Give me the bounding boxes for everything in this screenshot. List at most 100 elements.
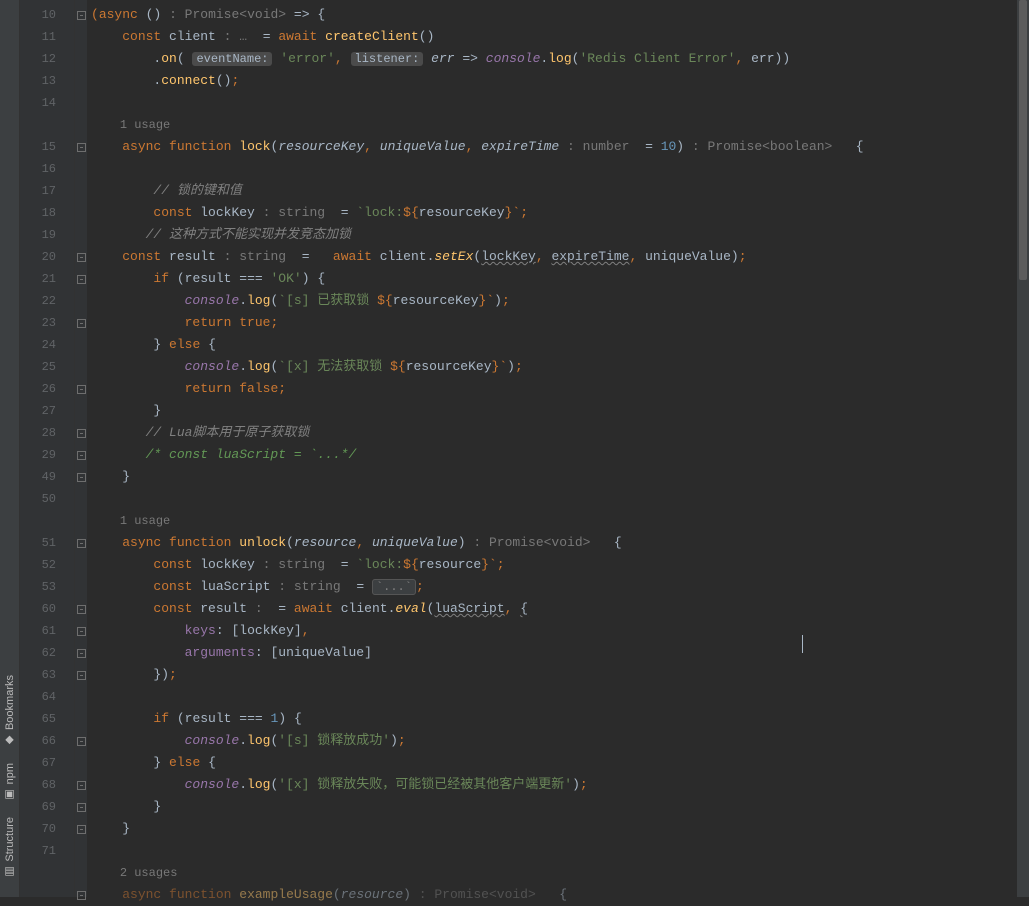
line-number[interactable] <box>20 114 74 136</box>
line-number[interactable]: 11 <box>20 26 74 48</box>
line-number[interactable]: 23 <box>20 312 74 334</box>
line-number[interactable]: 60 <box>20 598 74 620</box>
fold-toggle[interactable] <box>77 671 86 680</box>
line-number[interactable]: 65 <box>20 708 74 730</box>
code-editor[interactable]: (async () : Promise<void> => { const cli… <box>87 0 1017 897</box>
fold-toggle[interactable] <box>77 781 86 790</box>
fold-toggle[interactable] <box>77 803 86 812</box>
line-number[interactable]: 20 <box>20 246 74 268</box>
line-number[interactable]: 16 <box>20 158 74 180</box>
tool-window-bar: ◆ Bookmarks ▣ npm ▤ Structure <box>0 0 20 897</box>
tool-bookmarks-label: Bookmarks <box>0 675 21 730</box>
code-line: async function exampleUsage(resource) : … <box>91 884 1017 906</box>
structure-icon: ▤ <box>0 866 21 879</box>
fold-toggle[interactable] <box>77 627 86 636</box>
code-line: } <box>91 818 1017 840</box>
code-line: const lockKey : string = `lock:${resourc… <box>91 554 1017 576</box>
line-number[interactable] <box>20 884 74 906</box>
line-number[interactable]: 13 <box>20 70 74 92</box>
code-line: // Lua脚本用于原子获取锁 <box>91 422 1017 444</box>
line-number[interactable]: 51 <box>20 532 74 554</box>
line-number[interactable]: 49 <box>20 466 74 488</box>
code-line: .connect(); <box>91 70 1017 92</box>
line-number[interactable]: 27 <box>20 400 74 422</box>
line-number[interactable]: 18 <box>20 202 74 224</box>
usage-hint[interactable]: 1 usage <box>91 114 1017 136</box>
line-number[interactable]: 53 <box>20 576 74 598</box>
code-line: const luaScript : string = `...`; <box>91 576 1017 598</box>
line-number[interactable]: 50 <box>20 488 74 510</box>
code-line: (async () : Promise<void> => { <box>91 4 1017 26</box>
code-line <box>91 488 1017 510</box>
line-number[interactable]: 52 <box>20 554 74 576</box>
line-number[interactable]: 21 <box>20 268 74 290</box>
scrollbar-thumb[interactable] <box>1019 0 1027 280</box>
line-number[interactable]: 62 <box>20 642 74 664</box>
fold-toggle[interactable] <box>77 825 86 834</box>
line-number[interactable]: 28 <box>20 422 74 444</box>
fold-toggle[interactable] <box>77 143 86 152</box>
fold-toggle[interactable] <box>77 253 86 262</box>
line-number[interactable]: 24 <box>20 334 74 356</box>
code-line: return false; <box>91 378 1017 400</box>
code-line <box>91 158 1017 180</box>
fold-gutter[interactable] <box>75 0 87 897</box>
code-line: /* const luaScript = `...*/ <box>91 444 1017 466</box>
code-line: console.log('[s] 锁释放成功'); <box>91 730 1017 752</box>
line-number[interactable]: 17 <box>20 180 74 202</box>
usage-hint[interactable]: 2 usages <box>91 862 1017 884</box>
line-number[interactable]: 61 <box>20 620 74 642</box>
fold-toggle[interactable] <box>77 385 86 394</box>
usage-hint[interactable]: 1 usage <box>91 510 1017 532</box>
line-number[interactable]: 29 <box>20 444 74 466</box>
line-number[interactable]: 71 <box>20 840 74 862</box>
fold-toggle[interactable] <box>77 319 86 328</box>
vertical-scrollbar[interactable] <box>1017 0 1029 897</box>
fold-toggle[interactable] <box>77 451 86 460</box>
text-cursor <box>802 635 803 653</box>
line-number[interactable]: 67 <box>20 752 74 774</box>
code-line: console.log('[x] 锁释放失败，可能锁已经被其他客户端更新'); <box>91 774 1017 796</box>
code-line: async function unlock(resource, uniqueVa… <box>91 532 1017 554</box>
fold-toggle[interactable] <box>77 275 86 284</box>
code-line: const result : = await client.eval(luaSc… <box>91 598 1017 620</box>
tool-bookmarks[interactable]: ◆ Bookmarks <box>0 675 21 747</box>
code-line: } else { <box>91 334 1017 356</box>
code-line: const result : string = await client.set… <box>91 246 1017 268</box>
line-number[interactable]: 68 <box>20 774 74 796</box>
line-number[interactable]: 66 <box>20 730 74 752</box>
line-number[interactable]: 70 <box>20 818 74 840</box>
fold-toggle[interactable] <box>77 473 86 482</box>
fold-toggle[interactable] <box>77 605 86 614</box>
fold-toggle[interactable] <box>77 429 86 438</box>
tool-structure[interactable]: ▤ Structure <box>0 817 21 879</box>
code-line: const lockKey : string = `lock:${resourc… <box>91 202 1017 224</box>
fold-toggle[interactable] <box>77 11 86 20</box>
line-number[interactable]: 15 <box>20 136 74 158</box>
fold-toggle[interactable] <box>77 737 86 746</box>
fold-toggle[interactable] <box>77 649 86 658</box>
line-number[interactable]: 69 <box>20 796 74 818</box>
line-number[interactable]: 26 <box>20 378 74 400</box>
tool-npm[interactable]: ▣ npm <box>0 763 21 801</box>
line-number[interactable]: 10 <box>20 4 74 26</box>
line-number[interactable]: 64 <box>20 686 74 708</box>
fold-toggle[interactable] <box>77 539 86 548</box>
line-number[interactable]: 19 <box>20 224 74 246</box>
line-number[interactable]: 25 <box>20 356 74 378</box>
fold-toggle[interactable] <box>77 891 86 900</box>
line-number[interactable]: 63 <box>20 664 74 686</box>
code-line <box>91 92 1017 114</box>
line-number[interactable]: 22 <box>20 290 74 312</box>
line-number[interactable] <box>20 510 74 532</box>
code-line: if (result === 'OK') { <box>91 268 1017 290</box>
folded-code-badge[interactable]: `...` <box>372 579 416 595</box>
line-number[interactable]: 14 <box>20 92 74 114</box>
code-line: console.log(`[s] 已获取锁 ${resourceKey}`); <box>91 290 1017 312</box>
npm-icon: ▣ <box>0 788 21 801</box>
line-number[interactable] <box>20 862 74 884</box>
tool-npm-label: npm <box>0 763 21 784</box>
line-number-gutter[interactable]: 1011121314 151617181920212223242526272829… <box>20 0 75 897</box>
code-line: // 锁的键和值 <box>91 180 1017 202</box>
line-number[interactable]: 12 <box>20 48 74 70</box>
